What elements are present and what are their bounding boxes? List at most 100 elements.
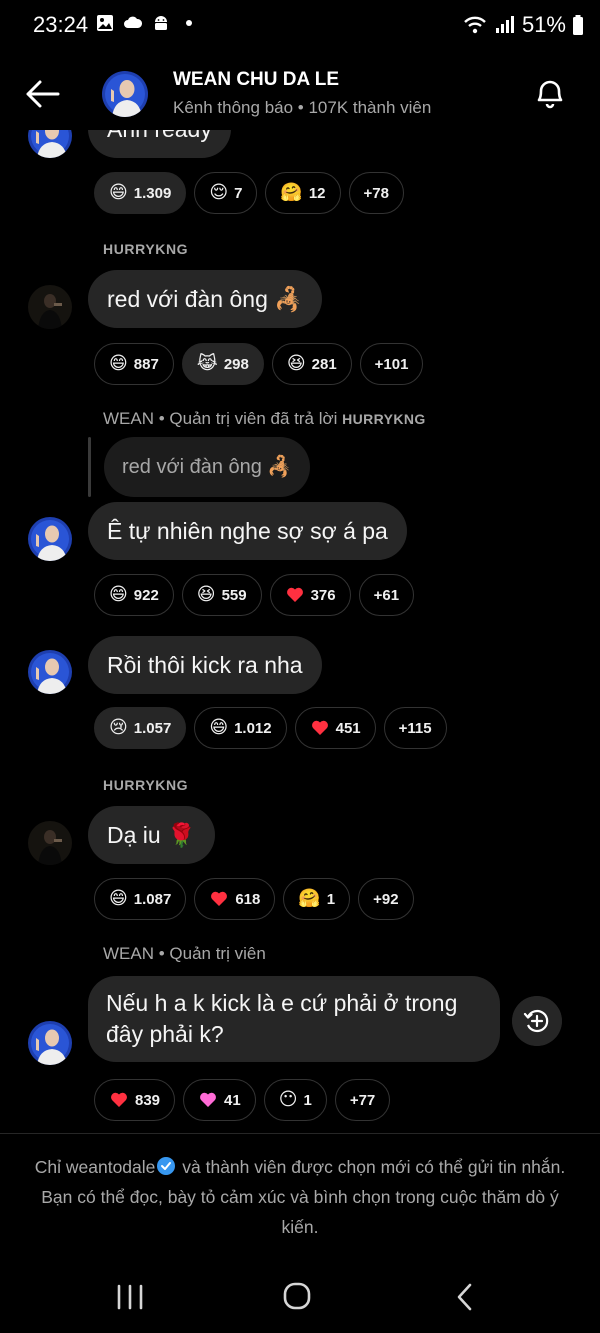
reaction-more-count: +92 bbox=[373, 890, 399, 908]
cloud-icon bbox=[124, 16, 143, 28]
reaction-chip-heart[interactable]: 376 bbox=[269, 574, 351, 616]
laugh-emoji-icon: 😄 bbox=[109, 888, 128, 909]
reaction-count: 298 bbox=[223, 355, 249, 373]
reaction-chip-surprised[interactable]: 😶 1 bbox=[263, 1079, 327, 1121]
reaction-chip-laugh[interactable]: 😄 1.309 bbox=[94, 172, 187, 214]
bell-icon[interactable] bbox=[530, 72, 570, 112]
reaction-chip-laugh[interactable]: 😄 1.012 bbox=[194, 707, 287, 749]
pink-heart-icon bbox=[200, 1092, 216, 1107]
message-text: Ê tự nhiên nghe sợ sợ á pa bbox=[107, 518, 388, 544]
reaction-count: 376 bbox=[310, 586, 336, 604]
reaction-count: 12 bbox=[308, 184, 326, 202]
reaction-chip-hug[interactable]: 🤗 12 bbox=[265, 172, 341, 214]
reaction-count: 1.057 bbox=[133, 719, 172, 737]
message-text: Nếu h a k kick là e cứ phải ở trong đây … bbox=[106, 990, 458, 1047]
reaction-count: 281 bbox=[311, 355, 337, 373]
reaction-chip-smile[interactable]: 😆 281 bbox=[271, 343, 352, 385]
reaction-chip-pink-heart[interactable]: 41 bbox=[183, 1079, 256, 1121]
reaction-chip-more[interactable]: +92 bbox=[358, 878, 414, 920]
reaction-count: 7 bbox=[234, 184, 243, 202]
hug-emoji-icon: 🤗 bbox=[280, 182, 303, 203]
channel-avatar[interactable] bbox=[102, 71, 148, 117]
signal-icon bbox=[495, 16, 514, 33]
reaction-more-count: +78 bbox=[363, 184, 389, 202]
reaction-chip-heart[interactable]: 839 bbox=[94, 1079, 176, 1121]
avatar-hurrykng[interactable] bbox=[28, 821, 72, 865]
laugh-emoji-icon: 😄 bbox=[209, 717, 229, 738]
reaction-chip-laugh[interactable]: 😄 887 bbox=[94, 343, 174, 385]
reaction-count: 1 bbox=[326, 890, 336, 908]
home-icon[interactable] bbox=[277, 1280, 317, 1314]
sender-name: HURRYKNG bbox=[103, 777, 189, 793]
relieved-emoji-icon: 😌 bbox=[209, 182, 229, 203]
quoted-text: red với đàn ông 🦂 bbox=[122, 456, 293, 478]
channel-subtitle: Kênh thông báo • 107K thành viên bbox=[173, 98, 432, 117]
reaction-count: 41 bbox=[224, 1091, 241, 1109]
reaction-more-count: +101 bbox=[374, 355, 409, 373]
message-text: Rồi thôi kick ra nha bbox=[107, 652, 303, 678]
sender-meta: WEAN • Quản trị viên bbox=[103, 944, 266, 963]
avatar-wean[interactable] bbox=[28, 650, 72, 694]
reaction-bar: 😄 887 😹 298 😆 281 +101 bbox=[94, 343, 424, 385]
reaction-chip-more[interactable]: +61 bbox=[358, 574, 415, 616]
message-bubble[interactable]: Rồi thôi kick ra nha bbox=[88, 636, 322, 694]
message-bubble[interactable]: Anh ready bbox=[88, 130, 231, 158]
avatar-wean[interactable] bbox=[28, 130, 72, 158]
reaction-count: 1.087 bbox=[133, 890, 172, 908]
channel-name[interactable]: WEAN CHU DA LE bbox=[173, 69, 339, 91]
avatar-wean[interactable] bbox=[28, 517, 72, 561]
reaction-chip-hug[interactable]: 🤗 1 bbox=[283, 878, 351, 920]
cat-emoji-icon: 😹 bbox=[196, 353, 218, 374]
message-feed[interactable]: Anh ready 😄1.309 😌7 🤗12 +78 HURRYKNG red… bbox=[0, 130, 600, 1133]
reaction-chip-laugh[interactable]: 😄 1.087 bbox=[94, 878, 187, 920]
reaction-chip-heart[interactable]: 451 bbox=[294, 707, 376, 749]
reaction-chip-smile[interactable]: 😆 559 bbox=[181, 574, 262, 616]
channel-permissions-notice: Chỉ weantodale và thành viên được chọn m… bbox=[22, 1152, 578, 1242]
laugh-emoji-icon: 😄 bbox=[109, 182, 128, 203]
heart-icon bbox=[111, 1092, 127, 1107]
reaction-count: 1 bbox=[303, 1091, 312, 1109]
quoted-message[interactable]: red với đàn ông 🦂 bbox=[104, 437, 311, 497]
recents-icon[interactable] bbox=[110, 1280, 150, 1314]
reaction-chip-laugh[interactable]: 😄 922 bbox=[94, 574, 174, 616]
avatar-hurrykng[interactable] bbox=[28, 285, 72, 329]
android-icon bbox=[155, 16, 167, 30]
message-bubble[interactable]: Nếu h a k kick là e cứ phải ở trong đây … bbox=[88, 976, 500, 1062]
status-time: 23:24 bbox=[33, 12, 89, 37]
avatar-wean[interactable] bbox=[28, 1021, 72, 1065]
reaction-bar: 😄 922 😆 559 376 +61 bbox=[94, 574, 415, 616]
reply-meta-prefix: WEAN • Quản trị viên đã trả lời bbox=[103, 409, 338, 428]
reaction-chip-more[interactable]: +101 bbox=[359, 343, 424, 385]
forward-icon[interactable] bbox=[512, 996, 562, 1046]
reaction-count: 1.309 bbox=[133, 184, 172, 202]
reaction-count: 922 bbox=[133, 586, 159, 604]
message-bubble[interactable]: red với đàn ông 🦂 bbox=[88, 270, 322, 328]
notice-text-start: Chỉ weantodale bbox=[34, 1157, 156, 1177]
back-nav-icon[interactable] bbox=[445, 1280, 485, 1314]
reaction-chip-more[interactable]: +77 bbox=[334, 1079, 391, 1121]
heart-icon bbox=[311, 720, 328, 735]
message-bubble[interactable]: Dạ iu 🌹 bbox=[88, 806, 215, 864]
message-text: red với đàn ông 🦂 bbox=[107, 286, 303, 312]
hug-emoji-icon: 🤗 bbox=[298, 888, 321, 909]
verified-badge-icon bbox=[157, 1157, 176, 1175]
reaction-bar: 😄 1.087 618 🤗 1 +92 bbox=[94, 878, 414, 920]
reaction-count: 559 bbox=[221, 586, 247, 604]
status-notification-icons bbox=[95, 13, 199, 33]
reaction-chip-more[interactable]: +115 bbox=[383, 707, 447, 749]
status-system-icons: 51% bbox=[462, 12, 584, 38]
heart-icon bbox=[211, 891, 228, 906]
reaction-chip-cat[interactable]: 😹 298 bbox=[181, 343, 264, 385]
reaction-bar: 😄 1.309 😌 7 🤗 12 +78 bbox=[94, 172, 404, 214]
sender-name: HURRYKNG bbox=[103, 241, 189, 257]
reaction-chip-heart[interactable]: 618 bbox=[194, 878, 276, 920]
message-bubble[interactable]: Ê tự nhiên nghe sợ sợ á pa bbox=[88, 502, 407, 560]
reply-meta-target: HURRYKNG bbox=[342, 411, 426, 427]
battery-icon bbox=[573, 15, 583, 35]
reaction-chip-cry[interactable]: 😢 1.057 bbox=[94, 707, 187, 749]
back-arrow-icon[interactable] bbox=[22, 74, 62, 114]
reaction-chip-more[interactable]: +78 bbox=[348, 172, 404, 214]
reaction-count: 1.012 bbox=[234, 719, 272, 737]
reaction-chip-relieved[interactable]: 😌 7 bbox=[194, 172, 258, 214]
reaction-count: 887 bbox=[133, 355, 159, 373]
